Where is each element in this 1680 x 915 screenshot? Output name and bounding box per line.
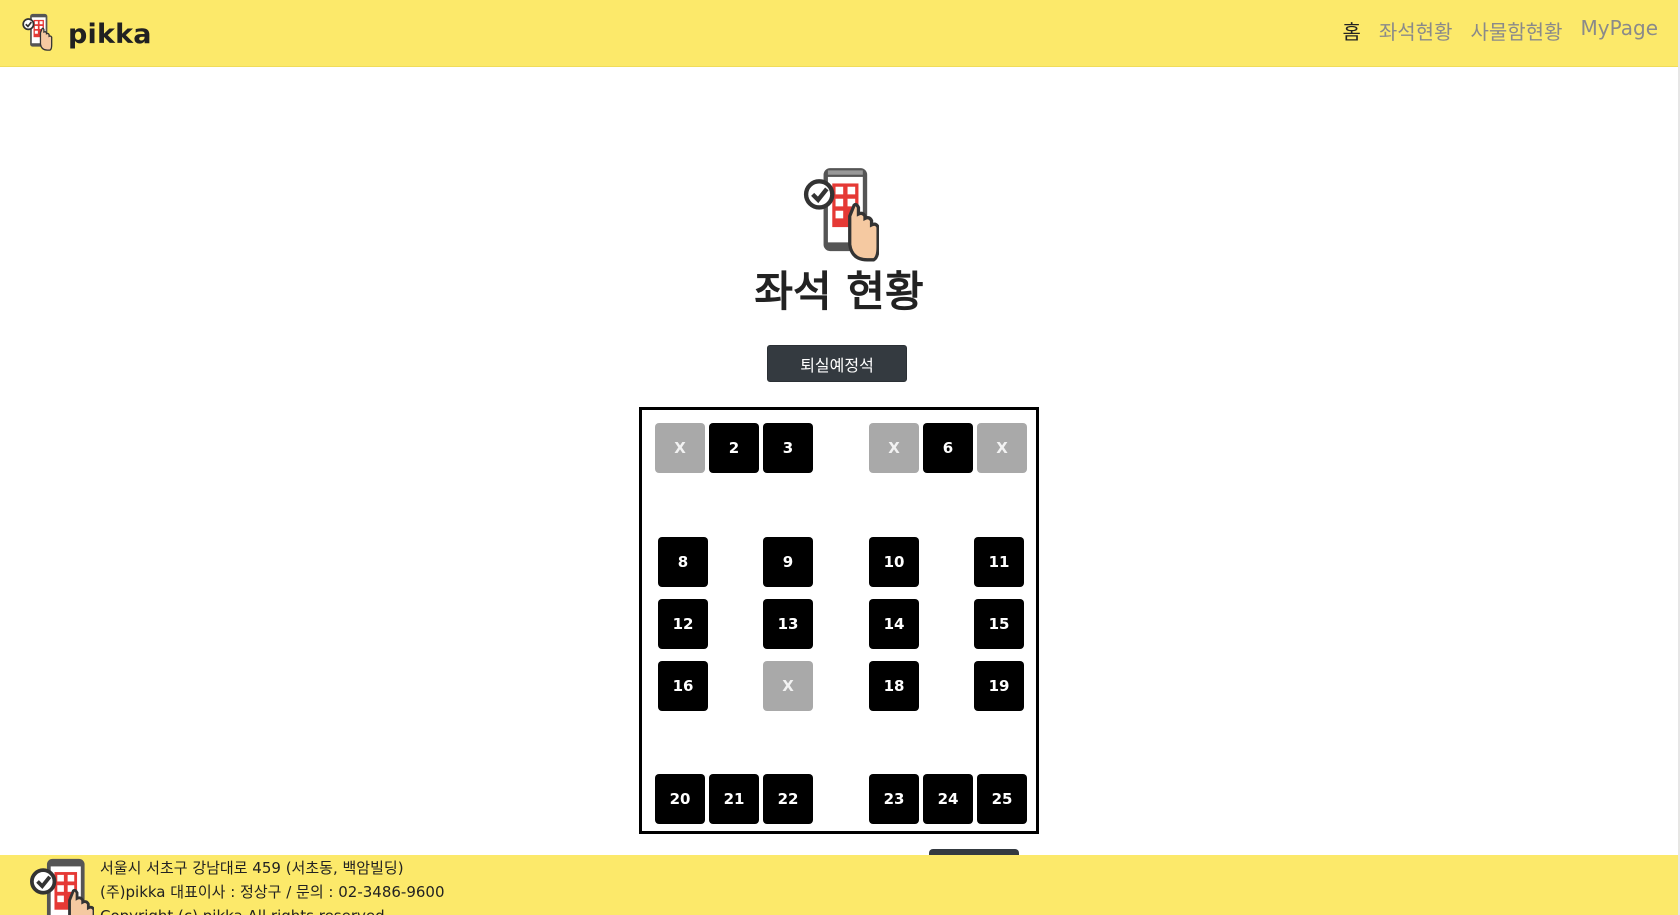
seat[interactable]: 18	[869, 661, 919, 711]
seat[interactable]: 14	[869, 599, 919, 649]
phone-qr-hand-icon	[29, 857, 96, 915]
browser-page: pikka 홈 좌석현황 사물함현황 MyPage 좌석 현황 퇴실예정석 X …	[0, 0, 1680, 915]
seat[interactable]: X	[869, 423, 919, 473]
nav-home[interactable]: 홈	[1342, 16, 1360, 45]
footer-company: (주)pikka 대표이사 : 정상구 / 문의 : 02-3486-9600	[100, 883, 445, 901]
nav-menu: 홈 좌석현황 사물함현황 MyPage	[1342, 16, 1658, 45]
seat[interactable]: 25	[977, 774, 1027, 824]
seat[interactable]: 21	[709, 774, 759, 824]
seat[interactable]: 19	[974, 661, 1024, 711]
phone-qr-hand-icon	[20, 13, 54, 55]
seat[interactable]: 22	[763, 774, 813, 824]
brand-link[interactable]: pikka	[20, 13, 152, 55]
nav-mypage[interactable]: MyPage	[1580, 16, 1658, 45]
seat[interactable]: X	[977, 423, 1027, 473]
seat[interactable]: 2	[709, 423, 759, 473]
nav-seat-status[interactable]: 좌석현황	[1379, 16, 1453, 45]
page-title: 좌석 현황	[754, 267, 924, 316]
brand-name: pikka	[68, 18, 152, 50]
seat[interactable]: 12	[658, 599, 708, 649]
nav-locker-status[interactable]: 사물함현황	[1470, 16, 1562, 45]
footer-copyright: Copyright (c) pikka All rights reserved.	[100, 904, 445, 915]
seat[interactable]: 6	[923, 423, 973, 473]
seat[interactable]: 24	[923, 774, 973, 824]
seat-map: X 2 3 X 6 X 8 9 10 11 12 13 14 15 16 X 1…	[639, 407, 1039, 834]
seat[interactable]: 3	[763, 423, 813, 473]
seat[interactable]: 11	[974, 537, 1024, 587]
seat[interactable]: 8	[658, 537, 708, 587]
seat[interactable]: 13	[763, 599, 813, 649]
page-viewport: pikka 홈 좌석현황 사물함현황 MyPage 좌석 현황 퇴실예정석 X …	[0, 0, 1678, 915]
seat[interactable]: 15	[974, 599, 1024, 649]
seat[interactable]: 16	[658, 661, 708, 711]
seat[interactable]: 10	[869, 537, 919, 587]
seat[interactable]: 9	[763, 537, 813, 587]
top-navbar: pikka 홈 좌석현황 사물함현황 MyPage	[0, 0, 1678, 67]
footer-info: 서울시 서초구 강남대로 459 (서초동, 백암빌딩) (주)pikka 대표…	[100, 856, 445, 915]
footer: 서울시 서초구 강남대로 459 (서초동, 백암빌딩) (주)pikka 대표…	[0, 855, 1678, 915]
seat[interactable]: X	[763, 661, 813, 711]
phone-qr-hand-icon	[803, 166, 880, 266]
seat[interactable]: X	[655, 423, 705, 473]
seat[interactable]: 23	[869, 774, 919, 824]
leave-scheduled-seats-button[interactable]: 퇴실예정석	[767, 345, 907, 382]
footer-address: 서울시 서초구 강남대로 459 (서초동, 백암빌딩)	[100, 859, 404, 877]
seat[interactable]: 20	[655, 774, 705, 824]
